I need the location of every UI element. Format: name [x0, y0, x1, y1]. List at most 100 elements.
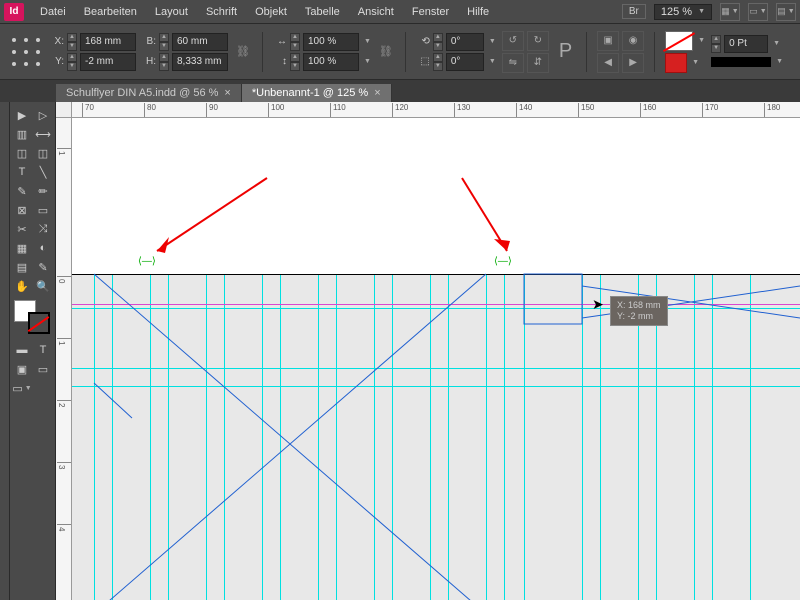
menu-schrift[interactable]: Schrift [198, 3, 245, 21]
menu-ansicht[interactable]: Ansicht [350, 3, 402, 21]
stroke-weight-input[interactable] [724, 35, 768, 53]
menu-tabelle[interactable]: Tabelle [297, 3, 348, 21]
preview-icon[interactable]: ▭ [33, 360, 53, 378]
guide[interactable] [94, 274, 95, 600]
guide[interactable] [336, 274, 337, 600]
guide[interactable] [280, 274, 281, 600]
rotate-cw-icon[interactable]: ↻ [527, 31, 549, 51]
page-tool[interactable]: ▥ [12, 125, 32, 143]
bridge-button[interactable]: Br [622, 4, 646, 19]
y-input[interactable] [80, 53, 136, 71]
view-options-icon[interactable]: ▦▼ [720, 3, 740, 21]
fill-swatch[interactable] [665, 31, 693, 51]
guide[interactable] [72, 368, 800, 369]
tab-schulflyer[interactable]: Schulflyer DIN A5.indd @ 56 %× [56, 84, 242, 102]
guide[interactable] [168, 274, 169, 600]
menu-objekt[interactable]: Objekt [247, 3, 295, 21]
flip-v-icon[interactable]: ⇵ [527, 53, 549, 73]
scale-x-input[interactable] [303, 33, 359, 51]
rectangle-tool[interactable]: ▭ [33, 201, 53, 219]
pencil-tool[interactable]: ✏ [33, 182, 53, 200]
free-transform-tool[interactable]: ⤨ [33, 220, 53, 238]
guide[interactable] [224, 274, 225, 600]
guide[interactable] [430, 274, 431, 600]
menu-bearbeiten[interactable]: Bearbeiten [76, 3, 145, 21]
arrange-icon[interactable]: ▤▼ [776, 3, 796, 21]
link-wh-icon[interactable]: ⛓ [234, 45, 252, 58]
guide[interactable] [150, 274, 151, 600]
note-tool[interactable]: ▤ [12, 258, 32, 276]
guide[interactable] [694, 274, 695, 600]
guide[interactable] [72, 308, 800, 309]
x-input[interactable] [80, 33, 136, 51]
content-collector-tool[interactable]: ◫ [12, 144, 32, 162]
document-canvas[interactable]: ⟨—⟩ ⟨—⟩ ➤ X: 168 mm Y: -2 mm [72, 118, 800, 600]
close-icon[interactable]: × [224, 87, 230, 99]
guide[interactable] [600, 274, 601, 600]
h-up[interactable]: ▲ [159, 53, 169, 62]
guide[interactable] [486, 274, 487, 600]
zoom-level[interactable]: 125 %▼ [654, 4, 712, 20]
guide[interactable] [112, 274, 113, 600]
guide[interactable] [262, 274, 263, 600]
guide[interactable] [392, 274, 393, 600]
guide[interactable] [206, 274, 207, 600]
guide[interactable] [712, 274, 713, 600]
select-prev-icon[interactable]: ◀ [597, 53, 619, 73]
y-up[interactable]: ▲ [67, 53, 77, 62]
h-input[interactable] [172, 53, 228, 71]
link-scale-icon[interactable]: ⛓ [377, 45, 395, 58]
guide[interactable] [72, 386, 800, 387]
normal-view-icon[interactable]: ▣ [12, 360, 32, 378]
type-tool[interactable]: T [12, 163, 32, 181]
close-icon[interactable]: × [374, 87, 380, 99]
scale-y-input[interactable] [303, 53, 359, 71]
menu-hilfe[interactable]: Hilfe [459, 3, 497, 21]
stroke-swatch[interactable] [665, 53, 687, 73]
direct-selection-tool[interactable]: ▷ [33, 106, 53, 124]
pen-tool[interactable]: ✎ [12, 182, 32, 200]
select-container-icon[interactable]: ▣ [597, 31, 619, 51]
zoom-tool[interactable]: 🔍 [33, 277, 53, 295]
w-down[interactable]: ▼ [159, 42, 169, 51]
hand-tool[interactable]: ✋ [12, 277, 32, 295]
vertical-ruler[interactable]: 1 0 1 2 3 4 [56, 118, 72, 600]
select-next-icon[interactable]: ▶ [622, 53, 644, 73]
guide[interactable] [750, 274, 751, 600]
screen-mode-icon[interactable]: ▭▼ [748, 3, 768, 21]
w-input[interactable] [172, 33, 228, 51]
line-tool[interactable]: ╲ [33, 163, 53, 181]
apply-none-icon[interactable]: T [33, 341, 53, 359]
guide[interactable] [374, 274, 375, 600]
y-down[interactable]: ▼ [67, 62, 77, 71]
guide[interactable] [524, 274, 525, 600]
menu-layout[interactable]: Layout [147, 3, 196, 21]
guide[interactable] [582, 274, 583, 600]
panel-strip[interactable] [0, 102, 10, 600]
rotate-ccw-icon[interactable]: ↺ [502, 31, 524, 51]
rectangle-frame-tool[interactable]: ⊠ [12, 201, 32, 219]
eyedropper-tool[interactable]: ✎ [33, 258, 53, 276]
rotate-input[interactable] [446, 33, 484, 51]
shear-input[interactable] [446, 53, 484, 71]
ruler-origin[interactable] [56, 102, 72, 118]
reference-point[interactable] [12, 38, 40, 66]
content-placer-tool[interactable]: ◫ [33, 144, 53, 162]
menu-fenster[interactable]: Fenster [404, 3, 457, 21]
x-down[interactable]: ▼ [67, 42, 77, 51]
scissors-tool[interactable]: ✂ [12, 220, 32, 238]
horizontal-ruler[interactable]: 70 80 90 100 110 120 130 140 150 160 170… [72, 102, 800, 118]
gradient-swatch-tool[interactable]: ▦ [12, 239, 32, 257]
menu-datei[interactable]: Datei [32, 3, 74, 21]
gradient-feather-tool[interactable]: ◐ [33, 239, 53, 257]
select-content-icon[interactable]: ◉ [622, 31, 644, 51]
selection-tool[interactable]: ▶ [12, 106, 32, 124]
h-down[interactable]: ▼ [159, 62, 169, 71]
x-up[interactable]: ▲ [67, 33, 77, 42]
fill-stroke-proxy[interactable] [14, 300, 54, 336]
tab-unbenannt[interactable]: *Unbenannt-1 @ 125 %× [242, 84, 392, 102]
gap-tool[interactable]: ⟷ [33, 125, 53, 143]
guide[interactable] [448, 274, 449, 600]
w-up[interactable]: ▲ [159, 33, 169, 42]
guide[interactable] [318, 274, 319, 600]
